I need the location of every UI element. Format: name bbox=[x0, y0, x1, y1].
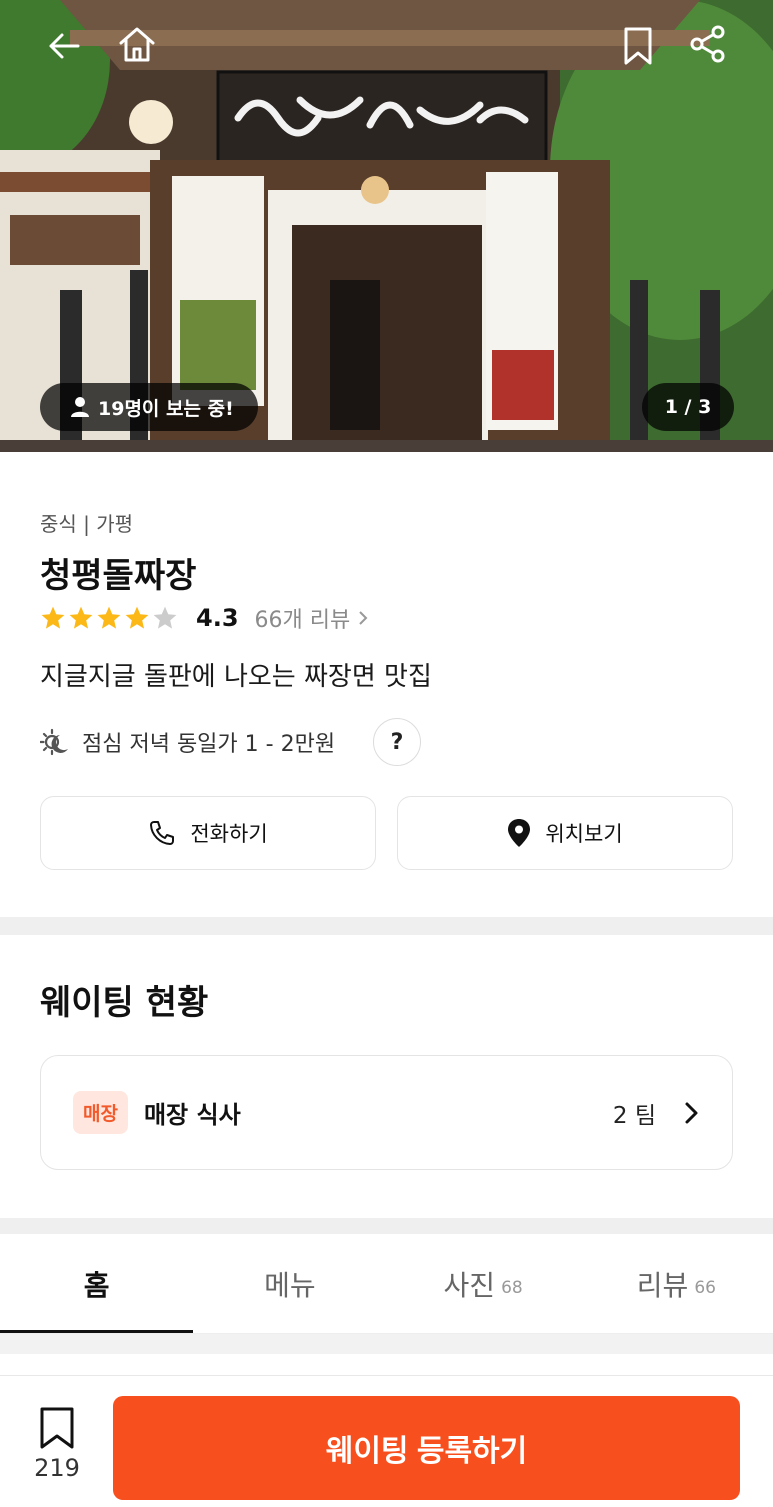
category-label: 중식 | 가평 bbox=[40, 512, 134, 536]
content-tabs: 홈 메뉴 사진 68 리뷰 66 bbox=[0, 1234, 773, 1334]
dine-in-tag: 매장 bbox=[73, 1091, 128, 1134]
tab-menu[interactable]: 메뉴 bbox=[193, 1234, 386, 1333]
phone-icon bbox=[150, 821, 175, 845]
bookmark-icon bbox=[40, 1407, 74, 1449]
register-waiting-button[interactable]: 웨이팅 등록하기 bbox=[113, 1396, 740, 1500]
restaurant-photo-carousel[interactable]: 19명이 보는 중! 1 / 3 bbox=[0, 0, 773, 452]
chevron-right-icon bbox=[685, 1102, 698, 1123]
waiting-status-card[interactable]: 매장 매장 식사 2 팀 bbox=[40, 1055, 733, 1170]
star-icon bbox=[69, 606, 93, 629]
bookmark-icon bbox=[624, 27, 652, 65]
star-icon bbox=[153, 606, 177, 629]
save-count: 219 bbox=[34, 1454, 80, 1482]
bottom-action-bar: 219 웨이팅 등록하기 bbox=[0, 1375, 773, 1507]
section-divider bbox=[0, 1334, 773, 1354]
tab-count: 66 bbox=[694, 1277, 716, 1298]
star-icon bbox=[97, 606, 121, 629]
back-button[interactable] bbox=[40, 22, 88, 70]
waiting-team-count: 2 팀 bbox=[612, 1102, 656, 1129]
viewer-count-badge: 19명이 보는 중! bbox=[40, 383, 258, 431]
share-icon bbox=[690, 25, 725, 63]
review-count-text: 66개 리뷰 bbox=[254, 608, 351, 633]
call-button[interactable]: 전화하기 bbox=[40, 796, 376, 870]
tab-label: 홈 bbox=[83, 1268, 110, 1302]
review-count-link[interactable]: 66개 리뷰 bbox=[255, 602, 369, 634]
share-button[interactable] bbox=[684, 20, 732, 68]
restaurant-name: 청평돌짜장 bbox=[40, 556, 197, 596]
restaurant-description: 지글지글 돌판에 나오는 짜장면 맛집 bbox=[40, 662, 432, 692]
rating-value: 4.3 bbox=[196, 604, 239, 632]
location-label: 위치보기 bbox=[545, 822, 623, 846]
tab-photos[interactable]: 사진 68 bbox=[387, 1234, 580, 1333]
waiting-section-title: 웨이팅 현황 bbox=[40, 983, 209, 1023]
star-icon bbox=[125, 606, 149, 629]
day-night-icon bbox=[40, 728, 68, 756]
tab-count: 68 bbox=[501, 1277, 523, 1298]
tab-reviews[interactable]: 리뷰 66 bbox=[580, 1234, 773, 1333]
viewer-count-text: 19명이 보는 중! bbox=[98, 397, 234, 420]
price-row: 점심 저녁 동일가 1 - 2만원 ? bbox=[40, 718, 422, 766]
save-button[interactable]: 219 bbox=[22, 1406, 92, 1496]
map-pin-icon bbox=[508, 819, 531, 847]
star-icon bbox=[41, 606, 65, 629]
tab-label: 메뉴 bbox=[264, 1268, 316, 1302]
call-label: 전화하기 bbox=[190, 822, 268, 846]
tab-home[interactable]: 홈 bbox=[0, 1234, 194, 1333]
section-divider bbox=[0, 917, 773, 935]
back-arrow-icon bbox=[49, 33, 80, 59]
home-button[interactable] bbox=[113, 20, 161, 68]
waiting-type-label: 매장 식사 bbox=[143, 1101, 241, 1129]
rating-row: 4.3 66개 리뷰 bbox=[40, 600, 368, 636]
help-icon: ? bbox=[390, 729, 404, 755]
section-divider bbox=[0, 1218, 773, 1234]
tab-label: 사진 bbox=[443, 1268, 496, 1302]
home-icon bbox=[119, 27, 155, 62]
price-text: 점심 저녁 동일가 1 - 2만원 bbox=[82, 732, 336, 757]
rating-stars bbox=[40, 605, 178, 631]
location-button[interactable]: 위치보기 bbox=[397, 796, 733, 870]
chevron-right-icon bbox=[359, 611, 368, 625]
price-help-button[interactable]: ? bbox=[373, 718, 422, 766]
person-icon bbox=[71, 397, 89, 417]
bookmark-button[interactable] bbox=[614, 22, 662, 70]
photo-page-indicator: 1 / 3 bbox=[642, 383, 734, 431]
tab-label: 리뷰 bbox=[636, 1268, 689, 1302]
